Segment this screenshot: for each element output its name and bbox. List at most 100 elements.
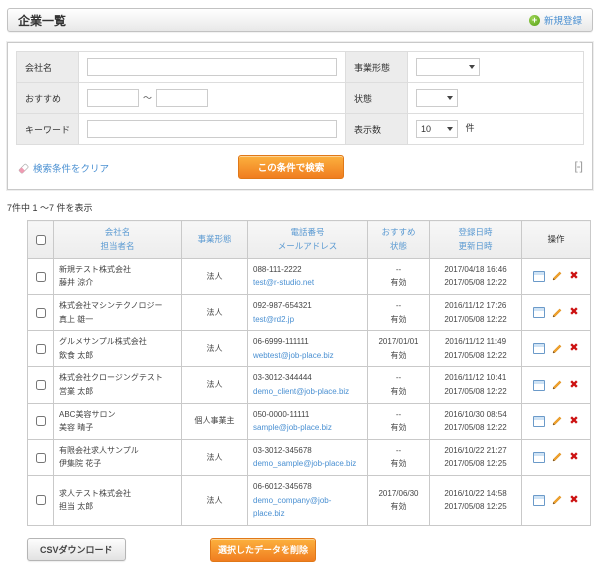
select-all-checkbox[interactable] [35,234,46,245]
status-select[interactable] [416,89,458,107]
header-select-all [27,220,54,259]
row-checkbox[interactable] [35,380,46,391]
collapse-panel-toggle[interactable]: [-] [574,159,583,173]
header-contact-sort[interactable]: 電話番号 メールアドレス [247,220,368,259]
email-link[interactable]: demo_company@job-place.biz [253,494,362,521]
new-registration-link[interactable]: + 新規登録 [528,13,582,27]
updated-datetime: 2017/05/08 12:22 [444,314,507,324]
business-type-select[interactable] [416,58,480,76]
company-name: 新規テスト株式会社 [59,264,131,274]
clear-search-link[interactable]: 検索条件をクリア [18,161,109,175]
email-link[interactable]: demo_client@job-place.biz [253,385,362,399]
delete-row-button[interactable]: ✖ [569,494,578,506]
delete-row-button[interactable]: ✖ [569,415,578,427]
recommend-value: 2017/01/01 [378,337,419,347]
registered-datetime: 2016/10/30 08:54 [444,409,507,419]
registered-datetime: 2016/11/12 11:49 [444,337,507,347]
updated-datetime: 2017/05/08 12:25 [444,502,507,512]
header-company-line1: 会社名 [104,227,131,237]
delete-row-button[interactable]: ✖ [569,307,578,318]
company-name-input[interactable] [87,58,337,76]
operation-cell: ✖ [521,294,591,332]
view-detail-button[interactable] [533,451,546,463]
edit-button[interactable] [551,494,563,506]
display-count-select[interactable]: 10 [416,120,458,138]
header-recommend-sort[interactable]: おすすめ 状態 [367,220,430,259]
edit-button[interactable] [551,379,563,391]
view-detail-button[interactable] [533,494,546,506]
email-link[interactable]: test@rd2.jp [253,313,362,327]
email-link[interactable]: test@r-studio.net [253,276,362,290]
search-submit-button[interactable]: この条件で検索 [238,155,344,179]
delete-row-button[interactable]: ✖ [569,343,578,354]
registered-datetime: 2016/11/12 10:41 [444,373,507,383]
company-cell: グルメサンプル株式会社 飲食 太郎 [53,330,182,368]
header-date-line2: 更新日時 [458,241,493,252]
updated-datetime: 2017/05/08 12:22 [444,278,507,288]
view-detail-button[interactable] [533,270,546,282]
delete-row-button[interactable]: ✖ [569,451,578,463]
header-recommend-line2: 状態 [389,241,407,252]
table-row: 有限会社求人サンプル 伊集院 花子 法人 03-3012-345678 demo… [27,438,591,477]
clear-search-label: 検索条件をクリア [33,164,110,175]
header-date-line1: 登録日時 [458,227,493,237]
keyword-input[interactable] [87,120,337,138]
contact-cell: 06-6999-111111 webtest@job-place.biz [247,330,368,368]
header-dates-sort[interactable]: 登録日時 更新日時 [429,220,522,259]
contact-person-name: 担当 太郎 [59,502,94,512]
updated-datetime: 2017/05/08 12:22 [444,423,507,433]
plus-circle-icon: + [528,14,540,26]
view-detail-button[interactable] [533,307,546,319]
phone-number: 050-0000-11111 [253,409,310,419]
edit-button[interactable] [551,343,563,355]
delete-selected-button[interactable]: 選択したデータを削除 [210,537,316,562]
registered-datetime: 2016/10/22 21:27 [444,445,507,455]
row-checkbox[interactable] [35,416,46,427]
recommend-value: -- [395,264,402,274]
table-row: 株式会社マシンテクノロジー 真上 雄一 法人 092-987-654321 te… [27,294,591,332]
company-name: ABC美容サロン [59,409,116,419]
header-business-sort[interactable]: 事業形態 [181,220,248,259]
row-checkbox[interactable] [35,271,46,282]
business-type-cell: 法人 [181,330,248,368]
edit-button[interactable] [551,307,563,319]
view-detail-button[interactable] [533,415,546,427]
view-detail-button[interactable] [533,343,546,355]
csv-download-button[interactable]: CSVダウンロード [27,537,126,561]
header-company-sort[interactable]: 会社名 担当者名 [53,220,182,259]
header-recommend-line1: おすすめ [381,227,416,237]
row-checkbox[interactable] [35,495,46,506]
email-link[interactable]: sample@job-place.biz [253,421,362,435]
recommend-value: 2017/06/30 [378,488,419,498]
updated-datetime: 2017/05/08 12:22 [444,350,507,360]
company-cell: 求人テスト株式会社 担当 太郎 [53,475,182,526]
row-checkbox[interactable] [35,343,46,354]
row-checkbox[interactable] [35,307,46,318]
edit-button[interactable] [551,270,563,282]
pencil-icon [553,416,562,426]
email-link[interactable]: demo_sample@job-place.biz [253,457,362,471]
recommend-cell: 2017/06/30 有効 [367,475,430,526]
registered-datetime: 2016/10/22 14:58 [444,488,507,498]
row-checkbox[interactable] [35,452,46,463]
status-value: 有効 [390,423,407,433]
view-detail-button[interactable] [533,379,546,391]
edit-button[interactable] [551,451,563,463]
edit-button[interactable] [551,415,563,427]
row-select-cell [27,438,54,477]
display-count-value: 10 [421,124,432,134]
recommend-cell: -- 有効 [367,257,430,296]
header-contact-line2: メールアドレス [277,241,338,252]
recommend-from-input[interactable] [87,89,139,107]
result-summary: 7件中 1 ～7 件を表示 [7,203,93,213]
status-value: 有効 [390,387,407,397]
contact-person-name: 藤井 涼介 [59,278,94,288]
delete-row-button[interactable]: ✖ [569,379,578,391]
recommend-cell: -- 有効 [367,438,430,477]
operation-cell: ✖ [521,330,591,368]
email-link[interactable]: webtest@job-place.biz [253,349,362,363]
pencil-icon [553,380,562,390]
keyword-label: キーワード [16,113,79,145]
delete-row-button[interactable]: ✖ [569,270,578,282]
recommend-to-input[interactable] [156,89,209,107]
